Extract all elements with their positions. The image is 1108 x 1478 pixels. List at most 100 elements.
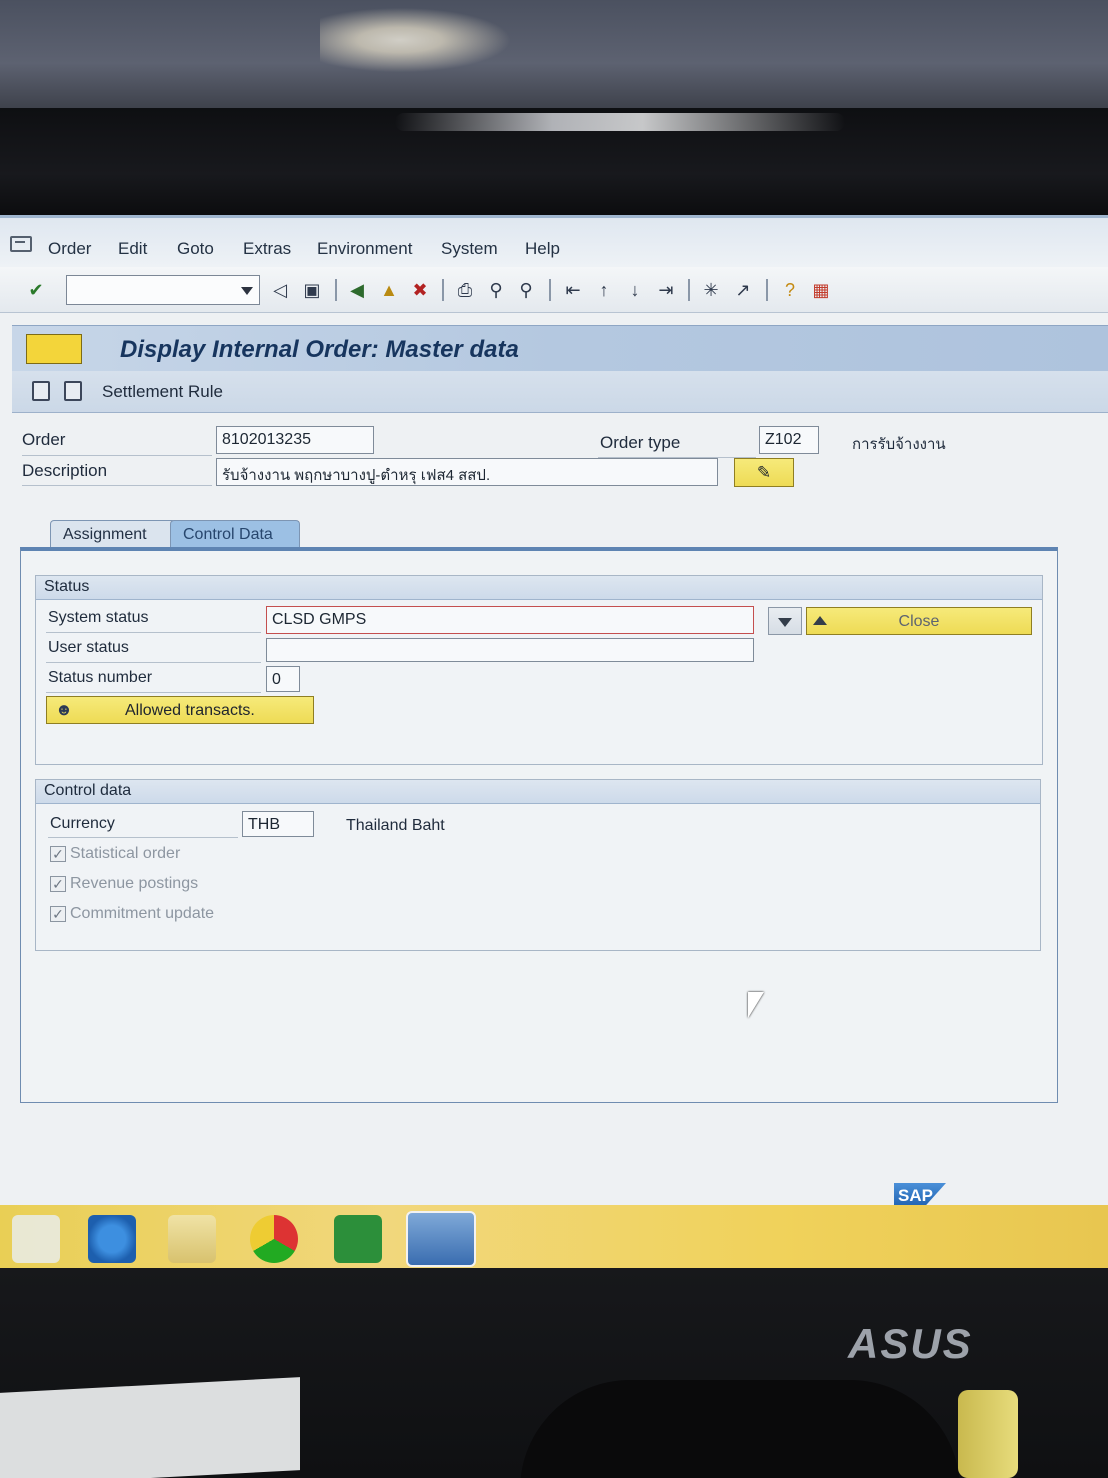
field-underline — [22, 485, 212, 486]
checkbox-check-icon: ✓ — [50, 906, 66, 922]
field-underline — [46, 692, 261, 693]
find-next-icon[interactable]: ⚲ — [514, 278, 538, 302]
field-underline — [22, 455, 212, 456]
user-status-label: User status — [48, 639, 129, 656]
order-label: Order — [22, 430, 66, 449]
chrome-icon[interactable] — [250, 1215, 298, 1263]
system-status-field[interactable]: CLSD GMPS — [266, 606, 754, 634]
status-group: Status System status CLSD GMPS Close Use… — [35, 575, 1043, 765]
menu-environment[interactable]: Environment — [317, 239, 412, 259]
help-icon[interactable]: ? — [778, 278, 802, 302]
status-number-label: Status number — [48, 669, 153, 686]
next-page-icon[interactable]: ↓ — [623, 278, 647, 302]
chevron-down-icon — [778, 618, 792, 627]
mouse-cursor — [748, 992, 764, 1018]
toolbar-separator — [442, 279, 444, 301]
field-underline — [46, 632, 261, 633]
object-services-icon[interactable] — [32, 381, 50, 401]
user-icon: ☻ — [55, 700, 73, 719]
currency-label: Currency — [50, 815, 115, 832]
document-icon[interactable] — [64, 381, 82, 401]
standard-toolbar: ✔ ◁ ▣ ◀ ▲ ✖ ⎙ ⚲ ⚲ ⇤ ↑ ↓ ⇥ ✳ ↗ ? ▦ — [0, 267, 1108, 313]
long-text-button[interactable]: ✎ — [734, 458, 794, 487]
control-data-group: Control data Currency THB Thailand Baht … — [35, 779, 1041, 951]
wall-stain — [320, 5, 520, 75]
allowed-transactions-button[interactable]: ☻ Allowed transacts. — [46, 696, 314, 724]
toolbar-separator — [688, 279, 690, 301]
menu-bar: Order Edit Goto Extras Environment Syste… — [0, 215, 1108, 267]
currency-field[interactable]: THB — [242, 811, 314, 837]
chevron-down-icon[interactable] — [241, 287, 253, 295]
description-label: Description — [22, 461, 108, 480]
prev-page-icon[interactable]: ↑ — [592, 278, 616, 302]
order-field[interactable]: 8102013235 — [216, 426, 374, 454]
close-button-label: Close — [898, 613, 940, 630]
status-dropdown-button[interactable] — [768, 607, 802, 635]
status-number-field[interactable]: 0 — [266, 666, 300, 692]
green-back-icon[interactable]: ◀ — [345, 278, 369, 302]
page-title: Display Internal Order: Master data — [120, 336, 519, 363]
tab-assignment[interactable]: Assignment — [50, 520, 176, 550]
file-explorer-icon[interactable] — [168, 1215, 216, 1263]
tab-label: Control Data — [183, 526, 273, 543]
settlement-rule-button[interactable]: Settlement Rule — [102, 382, 223, 402]
menu-extras[interactable]: Extras — [243, 239, 291, 259]
store-icon[interactable] — [334, 1215, 382, 1263]
field-underline — [48, 837, 238, 838]
order-type-label: Order type — [600, 433, 681, 452]
edit-text-icon: ✎ — [756, 463, 772, 482]
order-menu-icon[interactable] — [26, 334, 82, 364]
close-button[interactable]: Close — [806, 607, 1032, 635]
commitment-update-label: Commitment update — [70, 905, 215, 922]
exit-icon[interactable]: ▲ — [377, 278, 401, 302]
find-icon[interactable]: ⚲ — [484, 278, 508, 302]
checkbox-check-icon: ✓ — [50, 846, 66, 862]
tab-panel: Status System status CLSD GMPS Close Use… — [20, 547, 1058, 1103]
revenue-postings-label: Revenue postings — [70, 875, 199, 892]
menu-system[interactable]: System — [441, 239, 498, 259]
allowed-transactions-label: Allowed transacts. — [125, 702, 255, 719]
currency-text: Thailand Baht — [346, 817, 445, 834]
start-icon[interactable] — [12, 1215, 60, 1263]
title-bar: Display Internal Order: Master data — [12, 325, 1108, 371]
menu-edit[interactable]: Edit — [118, 239, 147, 259]
application-toolbar: Settlement Rule — [12, 371, 1108, 413]
order-type-text: การรับจ้างงาน — [852, 436, 946, 453]
menu-goto[interactable]: Goto — [177, 239, 214, 259]
back-icon[interactable]: ◁ — [268, 278, 292, 302]
status-group-title: Status — [36, 576, 1042, 600]
last-page-icon[interactable]: ⇥ — [654, 278, 678, 302]
windows-taskbar — [0, 1205, 1108, 1277]
shortcut-icon[interactable]: ↗ — [731, 278, 755, 302]
tab-label: Assignment — [63, 526, 147, 543]
save-icon[interactable]: ▣ — [300, 278, 324, 302]
toolbar-separator — [335, 279, 337, 301]
toolbar-separator — [766, 279, 768, 301]
tab-control-data[interactable]: Control Data — [170, 520, 300, 550]
sap-logon-icon[interactable] — [406, 1211, 476, 1267]
cancel-icon[interactable]: ✖ — [408, 278, 432, 302]
enter-icon[interactable]: ✔ — [24, 278, 48, 302]
paper-on-desk — [0, 1377, 300, 1478]
internet-explorer-icon[interactable] — [88, 1215, 136, 1263]
menu-order[interactable]: Order — [48, 239, 91, 259]
first-page-icon[interactable]: ⇤ — [561, 278, 585, 302]
background-wall — [0, 0, 1108, 115]
menu-help[interactable]: Help — [525, 239, 560, 259]
layout-menu-icon[interactable]: ▦ — [809, 278, 833, 302]
description-field[interactable]: รับจ้างงาน พฤกษาบางปู-ตำหรุ เฟส4 สสป. — [216, 458, 718, 486]
bezel-reflection — [395, 113, 845, 131]
control-data-group-title: Control data — [36, 780, 1040, 804]
order-type-field[interactable]: Z102 — [759, 426, 819, 454]
monitor-brand-logo: ASUS — [848, 1320, 973, 1367]
toolbar-separator — [549, 279, 551, 301]
command-field[interactable] — [66, 275, 260, 305]
system-menu-icon[interactable] — [10, 236, 32, 252]
user-status-field[interactable] — [266, 638, 754, 662]
monitor-stand — [520, 1380, 960, 1478]
new-session-icon[interactable]: ✳ — [699, 278, 723, 302]
print-icon[interactable]: ⎙ — [453, 278, 477, 302]
field-underline — [46, 662, 261, 663]
statistical-order-label: Statistical order — [70, 845, 181, 862]
desk-object — [958, 1390, 1018, 1478]
